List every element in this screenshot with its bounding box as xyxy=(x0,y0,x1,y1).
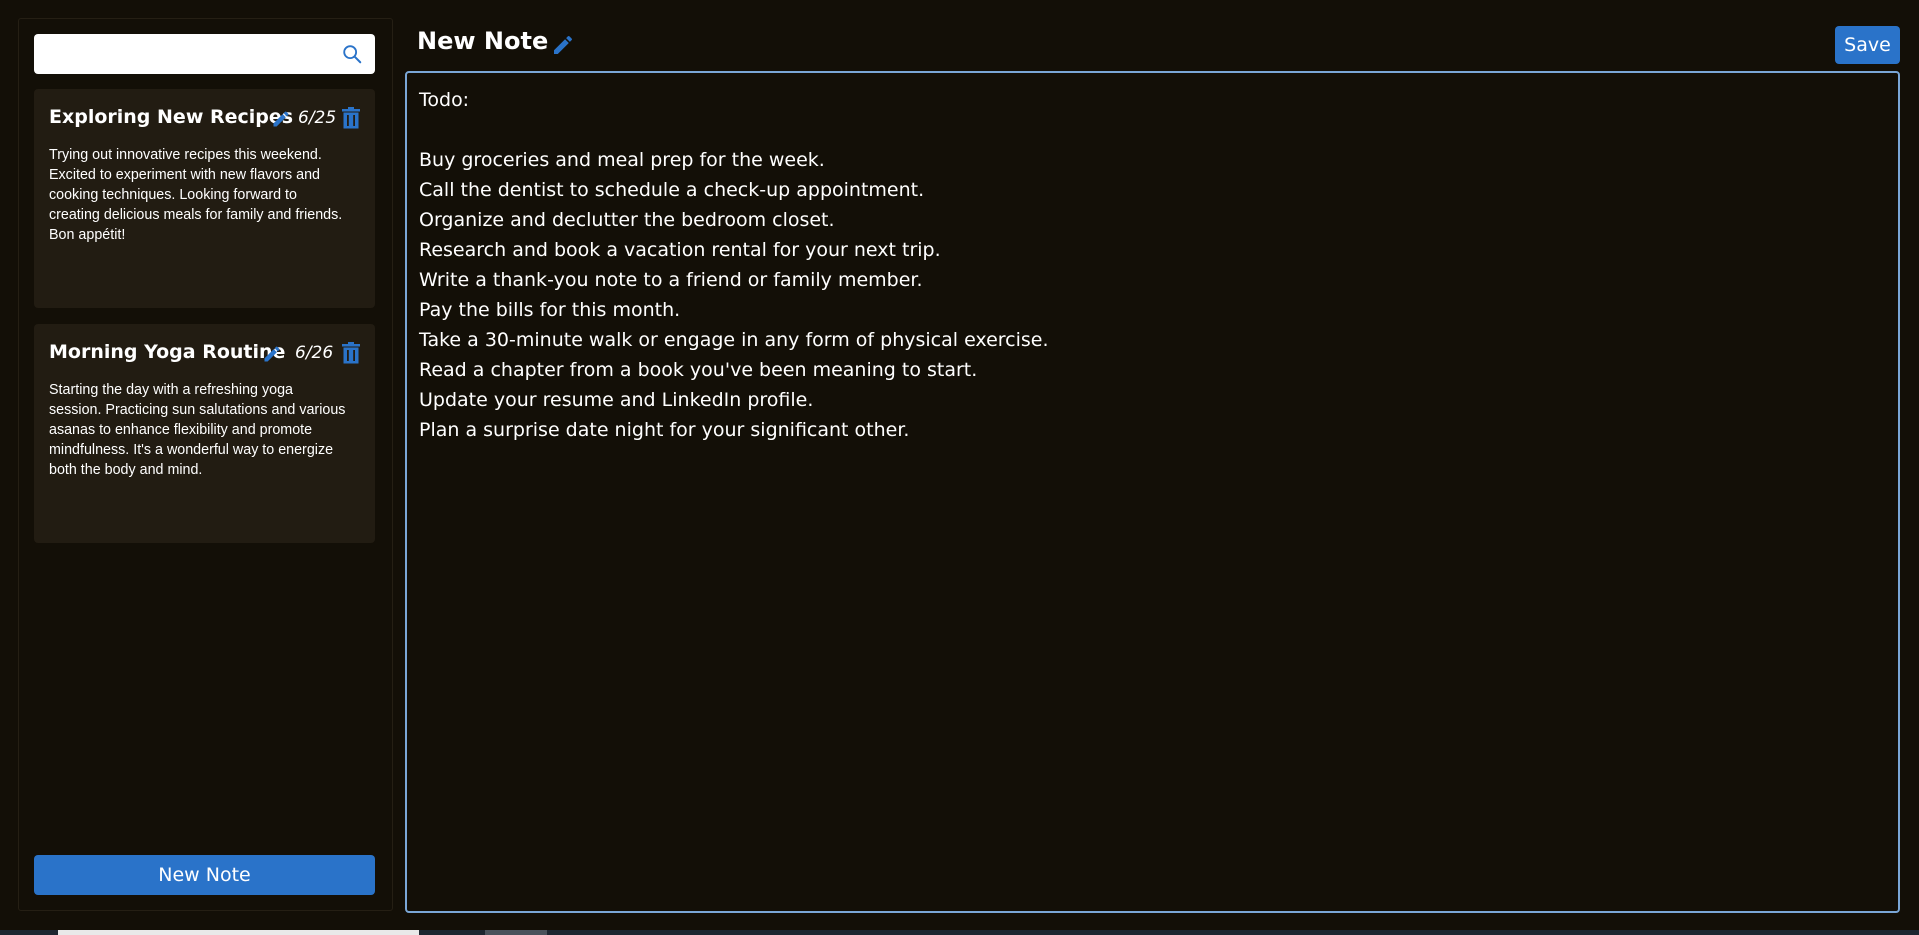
trash-icon[interactable] xyxy=(341,107,361,129)
pencil-icon[interactable] xyxy=(271,109,291,129)
note-card[interactable]: Exploring New Recipes 6/25 Trying out in… xyxy=(34,89,375,308)
search-box xyxy=(34,34,375,74)
note-title-heading: New Note xyxy=(417,27,549,55)
note-title: Exploring New Recipes xyxy=(49,106,294,128)
note-content[interactable]: Todo: Buy groceries and meal prep for th… xyxy=(419,85,1886,445)
scrollbar-thumb[interactable] xyxy=(58,930,419,935)
pencil-icon[interactable] xyxy=(551,33,575,57)
save-button[interactable]: Save xyxy=(1835,26,1900,64)
note-body: Starting the day with a refreshing yoga … xyxy=(49,382,346,478)
notes-sidebar: Exploring New Recipes 6/25 Trying out in… xyxy=(18,18,393,911)
scrollbar-segment xyxy=(485,930,547,935)
horizontal-scrollbar[interactable] xyxy=(0,930,1919,935)
trash-icon[interactable] xyxy=(341,342,361,364)
note-body: Trying out innovative recipes this weeke… xyxy=(49,147,343,243)
note-card[interactable]: Morning Yoga Routine 6/26 Starting the d… xyxy=(34,324,375,543)
note-date: 6/25 xyxy=(298,108,337,128)
search-input[interactable] xyxy=(34,34,334,74)
note-date: 6/26 xyxy=(295,343,334,363)
new-note-button[interactable]: New Note xyxy=(34,855,375,895)
search-icon[interactable] xyxy=(341,43,363,65)
pencil-icon[interactable] xyxy=(262,344,282,364)
note-title: Morning Yoga Routine xyxy=(49,341,286,363)
note-editor[interactable]: Todo: Buy groceries and meal prep for th… xyxy=(405,71,1900,913)
